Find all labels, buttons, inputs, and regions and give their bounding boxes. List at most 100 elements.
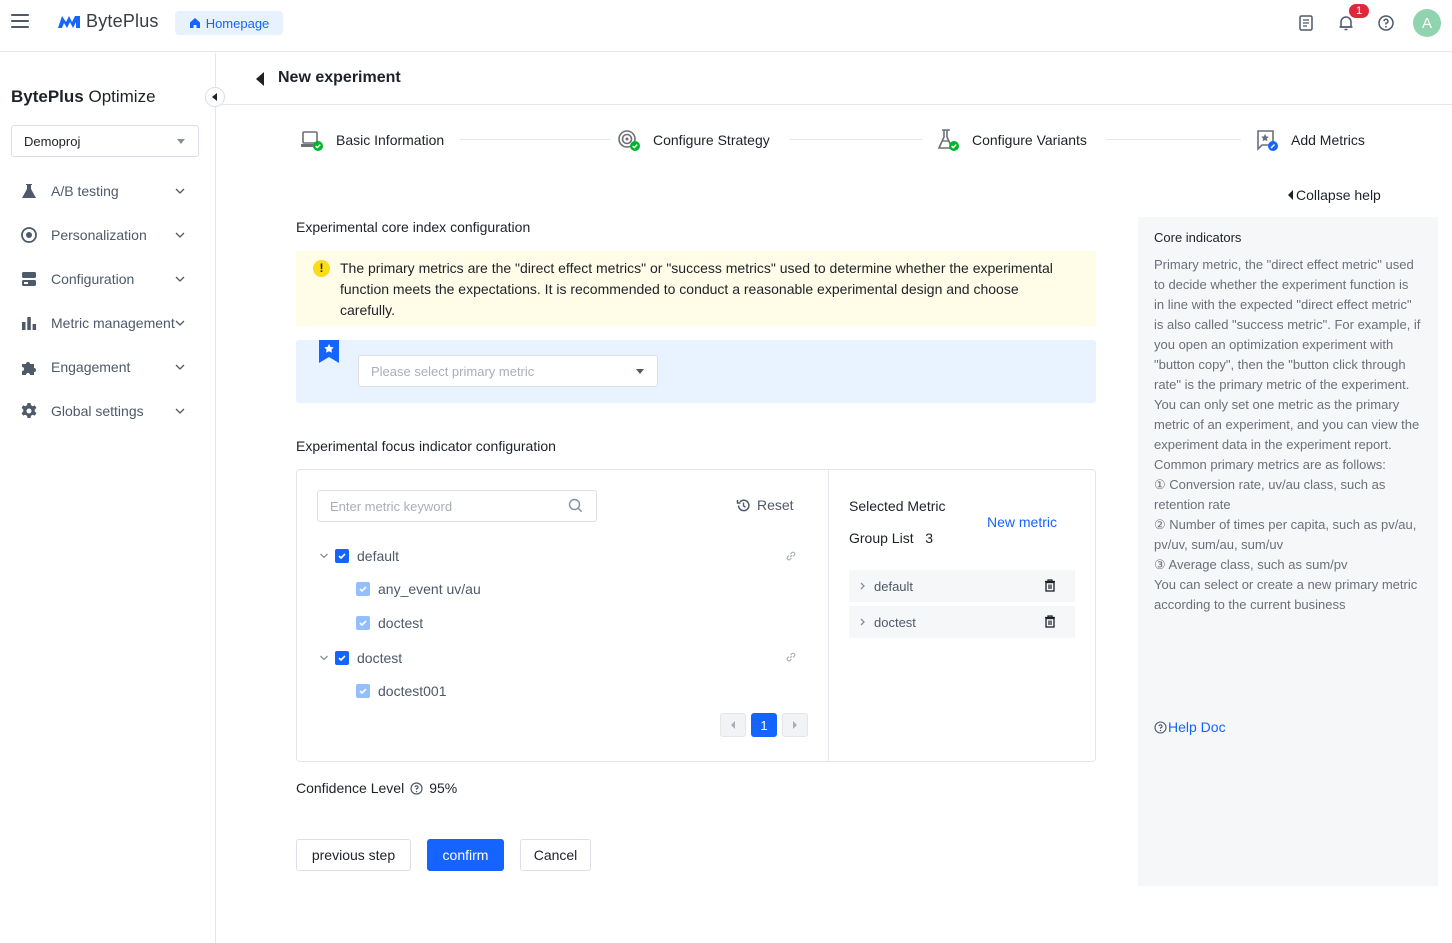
help-panel: Core indicators Primary metric, the "dir… [1138, 217, 1438, 886]
brand-name: BytePlus [86, 11, 159, 31]
homepage-button[interactable]: Homepage [175, 11, 283, 35]
sidebar-item-engagement[interactable]: Engagement [0, 347, 215, 387]
metric-tree-panel: Reset default any_event uv/au doctest do… [297, 470, 829, 761]
step-connector [460, 139, 610, 140]
step-configure-strategy[interactable]: Configure Strategy [617, 128, 770, 152]
check-icon [359, 688, 367, 695]
new-metric-link[interactable]: New metric [987, 514, 1057, 530]
back-icon[interactable] [256, 72, 264, 86]
collapse-sidebar-button[interactable] [205, 87, 225, 107]
tree-item: any_event uv/au [356, 579, 481, 599]
primary-metric-placeholder: Please select primary metric [371, 363, 535, 379]
puzzle-icon [22, 362, 36, 375]
tree-group-default: default [335, 546, 399, 566]
product-title: BytePlus Optimize [11, 87, 156, 106]
chevron-down-icon [175, 320, 185, 326]
step-connector [790, 139, 922, 140]
caret-left-icon [212, 93, 217, 101]
primary-metric-panel: Please select primary metric [296, 340, 1096, 403]
help-title: Core indicators [1154, 230, 1242, 245]
help-doc-link[interactable]: Help Doc [1154, 719, 1226, 735]
confidence-value: 95% [429, 780, 458, 796]
menu-icon[interactable] [11, 14, 29, 28]
home-icon [189, 18, 200, 28]
sidebar: BytePlus Optimize Demoproj A/B testing P… [0, 53, 216, 943]
bookmark-star-edit-icon [1257, 130, 1278, 151]
sidebar-item-personalization[interactable]: Personalization [0, 215, 215, 255]
trash-icon[interactable] [1044, 615, 1056, 628]
step-add-metrics[interactable]: Add Metrics [1255, 128, 1365, 152]
chevron-right-icon [860, 618, 865, 626]
selected-group-doctest[interactable]: doctest [849, 606, 1075, 638]
selected-metric-panel: Selected Metric Group List 3 New metric … [829, 470, 1095, 761]
laptop-check-icon [301, 131, 323, 151]
help-icon [1154, 720, 1167, 734]
caret-down-icon [636, 369, 644, 374]
help-body: Primary metric, the "direct effect metri… [1154, 257, 1421, 612]
link-icon[interactable] [785, 651, 797, 663]
bookmark-star-icon [319, 340, 339, 363]
sidebar-item-ab-testing[interactable]: A/B testing [0, 171, 215, 211]
chevron-down-icon[interactable] [319, 653, 329, 663]
reset-button[interactable]: Reset [736, 497, 794, 513]
homepage-label: Homepage [205, 15, 270, 31]
step-configure-variants[interactable]: Configure Variants [936, 128, 1087, 152]
sidebar-item-configuration[interactable]: Configuration [0, 259, 215, 299]
flask-check-icon [937, 129, 959, 151]
caret-down-icon [177, 139, 185, 144]
project-name: Demoproj [24, 133, 81, 149]
pagination-next-button[interactable] [782, 713, 808, 737]
collapse-help-button[interactable]: Collapse help [1288, 187, 1381, 203]
chevron-down-icon [175, 364, 185, 370]
sidebar-item-metric-management[interactable]: Metric management [0, 303, 215, 343]
server-icon [22, 272, 36, 286]
checkbox-doctest-group[interactable] [335, 651, 349, 665]
check-icon [359, 620, 367, 627]
target-icon [21, 227, 37, 243]
target-check-icon [618, 130, 640, 151]
chevron-down-icon [175, 188, 185, 194]
cancel-button[interactable]: Cancel [520, 839, 591, 871]
selected-group-default[interactable]: default [849, 570, 1075, 602]
document-icon[interactable] [1297, 14, 1315, 32]
warning-icon: ! [313, 260, 330, 277]
stepper: Basic Information Configure Strategy Con… [300, 128, 1380, 152]
chevron-down-icon [175, 276, 185, 282]
search-icon[interactable] [568, 498, 583, 513]
checkbox-doctest[interactable] [356, 616, 370, 630]
alert-text: The primary metrics are the "direct effe… [340, 260, 1053, 318]
trash-icon[interactable] [1044, 579, 1056, 592]
bar-chart-icon [22, 317, 37, 330]
chevron-down-icon[interactable] [319, 551, 329, 561]
primary-metric-select[interactable]: Please select primary metric [358, 355, 658, 387]
metric-search-input[interactable] [317, 490, 597, 522]
checkbox-any-event-uv-au[interactable] [356, 582, 370, 596]
focus-indicator-panel: Reset default any_event uv/au doctest do… [296, 469, 1096, 762]
checkbox-default[interactable] [335, 549, 349, 563]
previous-step-button[interactable]: previous step [296, 839, 411, 871]
help-list-item: ① Conversion rate, uv/au class, such as … [1154, 477, 1386, 512]
confidence-label: Confidence Level [296, 780, 405, 796]
sidebar-item-global-settings[interactable]: Global settings [0, 391, 215, 431]
group-list-label: Group List 3 [849, 530, 934, 546]
check-icon [338, 553, 346, 560]
selected-metric-label: Selected Metric [849, 498, 946, 514]
brand-logo[interactable]: BytePlus [58, 11, 159, 32]
step-basic-information[interactable]: Basic Information [300, 128, 444, 152]
top-bar: BytePlus Homepage 1 A [0, 0, 1452, 52]
pagination-prev-button[interactable] [720, 713, 746, 737]
user-avatar[interactable]: A [1413, 9, 1441, 37]
byteplus-logo-icon [58, 15, 80, 28]
link-icon[interactable] [785, 550, 797, 562]
check-icon [338, 655, 346, 662]
check-icon [359, 586, 367, 593]
confirm-button[interactable]: confirm [427, 839, 504, 871]
help-list-item: ② Number of times per capita, such as pv… [1154, 517, 1417, 552]
checkbox-doctest001[interactable] [356, 684, 370, 698]
pagination-page-1[interactable]: 1 [751, 713, 777, 737]
tree-group-doctest: doctest [335, 648, 402, 668]
group-count: 3 [925, 530, 934, 546]
help-icon[interactable] [1377, 14, 1395, 32]
help-icon[interactable] [410, 781, 423, 795]
project-select[interactable]: Demoproj [11, 125, 199, 157]
